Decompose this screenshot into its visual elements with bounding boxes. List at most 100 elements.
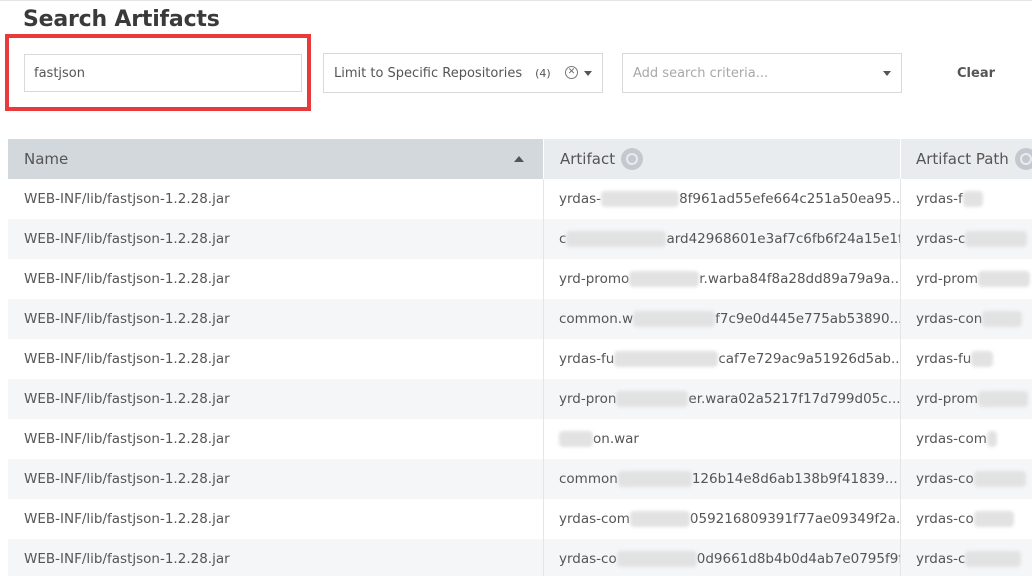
cell-artifact-path[interactable]: yrd-prom: [901, 259, 1032, 299]
column-header-label: Artifact Path: [916, 150, 1009, 168]
chevron-down-icon[interactable]: [584, 71, 592, 76]
artifact-path-text: yrdas-con: [916, 311, 983, 327]
redacted-mask: [616, 391, 689, 407]
redacted-mask: [617, 471, 692, 487]
column-filter-icon[interactable]: [621, 147, 644, 170]
chevron-down-icon[interactable]: [883, 71, 891, 76]
artifact-path-text: yrdas-co: [916, 511, 974, 527]
table-header: Name Artifact Artifact Path: [8, 139, 1032, 179]
cell-name[interactable]: WEB-INF/lib/fastjson-1.2.28.jar: [8, 179, 544, 219]
artifact-path-text: yrdas-c: [916, 551, 966, 567]
redacted-mask: [559, 431, 593, 447]
page-title: Search Artifacts: [23, 7, 220, 32]
artifact-path-text: yrdas-co: [916, 471, 974, 487]
column-header-name[interactable]: Name: [8, 139, 544, 179]
table-row[interactable]: WEB-INF/lib/fastjson-1.2.28.jar c ard42968…: [8, 219, 1032, 259]
artifact-path-text: yrdas-c: [916, 231, 966, 247]
redacted-mask: [986, 431, 997, 447]
cell-artifact[interactable]: common 126b14e8d6ab138b9f41839...: [544, 459, 901, 499]
repository-filter-select[interactable]: Limit to Specific Repositories (4) ✕: [323, 53, 603, 93]
cell-name[interactable]: WEB-INF/lib/fastjson-1.2.28.jar: [8, 379, 544, 419]
redacted-mask: [977, 391, 1028, 407]
top-divider: [0, 0, 1032, 1]
cell-name[interactable]: WEB-INF/lib/fastjson-1.2.28.jar: [8, 539, 544, 576]
cell-artifact[interactable]: yrdas-co 0d9661d8b4b0d4ab7e0795f9f...: [544, 539, 901, 576]
table-row[interactable]: WEB-INF/lib/fastjson-1.2.28.jar yrd-promo…: [8, 259, 1032, 299]
table-row[interactable]: WEB-INF/lib/fastjson-1.2.28.jar yrdas- 8f9…: [8, 179, 1032, 219]
cell-artifact-path[interactable]: yrdas-c: [901, 219, 1032, 259]
artifact-end-text: 0d9661d8b4b0d4ab7e0795f9f...: [696, 551, 901, 567]
cell-artifact-path[interactable]: yrdas-con: [901, 299, 1032, 339]
cell-artifact[interactable]: yrdas-fu caf7e729ac9a51926d5ab...: [544, 339, 901, 379]
repository-count-badge: (4): [535, 66, 551, 80]
redacted-mask: [973, 511, 1014, 527]
column-header-label: Artifact: [560, 150, 616, 168]
artifact-start-text: yrdas-com: [559, 511, 630, 527]
cell-artifact-path[interactable]: yrdas-f: [901, 179, 1032, 219]
artifact-end-text: 8f961ad55efe664c251a50ea95...: [679, 191, 901, 207]
table-row[interactable]: WEB-INF/lib/fastjson-1.2.28.jar yrdas-fu c…: [8, 339, 1032, 379]
artifact-end-text: ard42968601e3af7c6fb6f24a15e1f7dc...: [666, 231, 900, 247]
cell-name[interactable]: WEB-INF/lib/fastjson-1.2.28.jar: [8, 299, 544, 339]
redacted-mask: [965, 231, 1028, 247]
cell-name[interactable]: WEB-INF/lib/fastjson-1.2.28.jar: [8, 459, 544, 499]
artifact-end-text: 059216809391f77ae09349f2a...: [689, 511, 901, 527]
repository-filter-label: Limit to Specific Repositories: [334, 65, 523, 81]
artifact-end-text: 126b14e8d6ab138b9f41839...: [691, 471, 898, 487]
artifact-end-text: caf7e729ac9a51926d5ab...: [718, 351, 901, 367]
artifact-end-text: on.war: [593, 431, 639, 447]
redacted-mask: [566, 231, 667, 247]
cell-artifact-path[interactable]: yrdas-com: [901, 419, 1032, 459]
cell-artifact-path[interactable]: yrdas-c: [901, 539, 1032, 576]
column-header-artifact[interactable]: Artifact: [544, 139, 901, 179]
column-header-label: Name: [24, 150, 69, 168]
artifact-path-text: yrdas-f: [916, 191, 963, 207]
cell-artifact[interactable]: yrd-pron er.wara02a5217f17d799d05c...: [544, 379, 901, 419]
search-criteria-select[interactable]: Add search criteria...: [622, 53, 902, 93]
cell-artifact[interactable]: yrd-promo r.warba84f8a28dd89a79a9a...: [544, 259, 901, 299]
cell-name[interactable]: WEB-INF/lib/fastjson-1.2.28.jar: [8, 219, 544, 259]
cell-name[interactable]: WEB-INF/lib/fastjson-1.2.28.jar: [8, 339, 544, 379]
artifact-start-text: yrdas-fu: [559, 351, 615, 367]
cell-artifact[interactable]: c ard42968601e3af7c6fb6f24a15e1f7dc...: [544, 219, 901, 259]
cell-name[interactable]: WEB-INF/lib/fastjson-1.2.28.jar: [8, 499, 544, 539]
table-row[interactable]: WEB-INF/lib/fastjson-1.2.28.jar on.war yrd…: [8, 419, 1032, 459]
cell-artifact[interactable]: on.war: [544, 419, 901, 459]
artifact-start-text: yrd-promo: [559, 271, 630, 287]
cell-artifact-path[interactable]: yrdas-co: [901, 499, 1032, 539]
artifact-path-text: yrd-prom: [916, 391, 978, 407]
artifact-start-text: yrd-pron: [559, 391, 617, 407]
table-row[interactable]: WEB-INF/lib/fastjson-1.2.28.jar yrdas-com…: [8, 499, 1032, 539]
table-row[interactable]: WEB-INF/lib/fastjson-1.2.28.jar common 126…: [8, 459, 1032, 499]
search-input[interactable]: [24, 54, 302, 92]
table-row[interactable]: WEB-INF/lib/fastjson-1.2.28.jar yrdas-co 0…: [8, 539, 1032, 576]
table-row[interactable]: WEB-INF/lib/fastjson-1.2.28.jar yrd-pron e…: [8, 379, 1032, 419]
artifact-start-text: yrdas-: [559, 191, 602, 207]
artifact-path-text: yrdas-fu: [916, 351, 972, 367]
cell-artifact[interactable]: yrdas- 8f961ad55efe664c251a50ea95...: [544, 179, 901, 219]
redacted-mask: [614, 351, 719, 367]
redacted-mask: [965, 551, 1022, 567]
artifact-start-text: common: [559, 471, 618, 487]
redacted-mask: [616, 551, 697, 567]
cell-artifact[interactable]: yrdas-com 059216809391f77ae09349f2a...: [544, 499, 901, 539]
results-table: Name Artifact Artifact Path WEB-INF/lib/…: [8, 139, 1032, 576]
clear-button[interactable]: Clear: [940, 60, 1012, 86]
cell-name[interactable]: WEB-INF/lib/fastjson-1.2.28.jar: [8, 419, 544, 459]
table-row[interactable]: WEB-INF/lib/fastjson-1.2.28.jar common.w f…: [8, 299, 1032, 339]
cell-name[interactable]: WEB-INF/lib/fastjson-1.2.28.jar: [8, 259, 544, 299]
cell-artifact-path[interactable]: yrdas-co: [901, 459, 1032, 499]
column-filter-icon[interactable]: [1014, 147, 1032, 170]
column-header-artifact-path[interactable]: Artifact Path: [901, 139, 1032, 179]
redacted-mask: [629, 271, 700, 287]
cell-artifact[interactable]: common.w f7c9e0d445e775ab53890...: [544, 299, 901, 339]
clear-circle-icon[interactable]: ✕: [565, 66, 578, 79]
search-criteria-placeholder: Add search criteria...: [633, 65, 769, 81]
cell-artifact-path[interactable]: yrd-prom: [901, 379, 1032, 419]
redacted-mask: [971, 351, 994, 367]
redacted-mask: [982, 311, 1023, 327]
sort-ascending-icon[interactable]: [514, 156, 524, 162]
cell-artifact-path[interactable]: yrdas-fu: [901, 339, 1032, 379]
search-artifacts-page: Search Artifacts Limit to Specific Repos…: [0, 0, 1032, 576]
redacted-mask: [633, 311, 716, 327]
